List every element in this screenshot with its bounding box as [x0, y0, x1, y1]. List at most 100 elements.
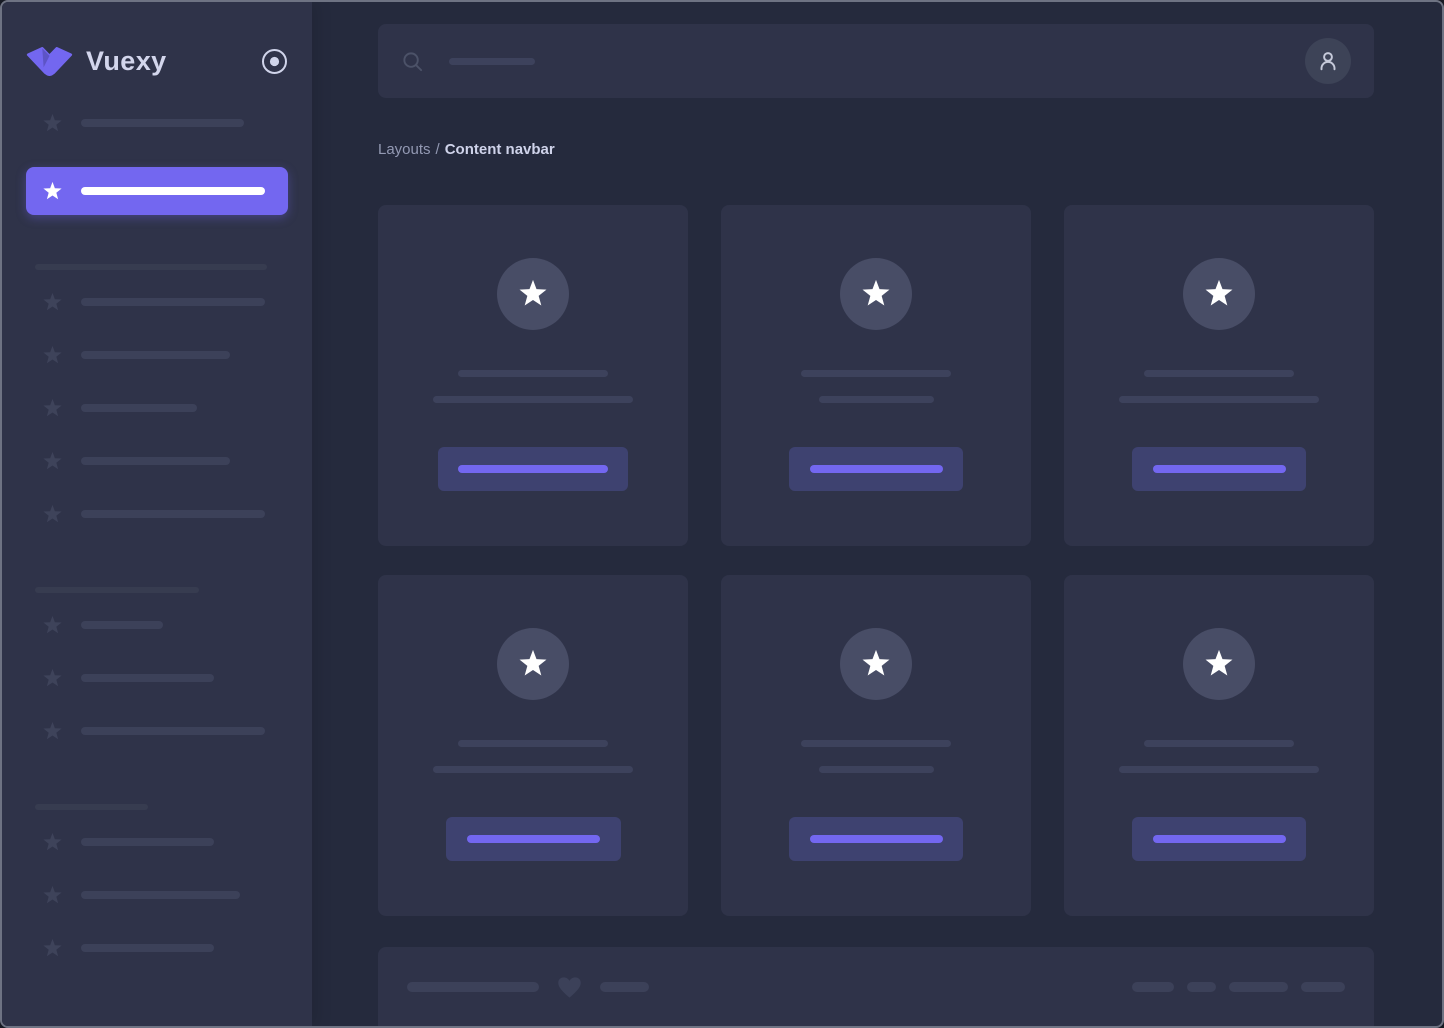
- app-window: Vuexy: [0, 0, 1444, 1028]
- sidebar-nav: [26, 109, 288, 987]
- card-subtitle-bar: [433, 766, 633, 773]
- footer-text-bar: [407, 982, 539, 992]
- star-icon: [41, 450, 64, 473]
- breadcrumb-parent[interactable]: Layouts: [378, 141, 431, 158]
- user-avatar[interactable]: [1305, 38, 1351, 84]
- card-button-label-bar: [1153, 465, 1286, 473]
- search-input[interactable]: [401, 50, 1305, 73]
- star-icon: [516, 647, 550, 681]
- card-title-bar: [801, 370, 951, 377]
- sidebar-item[interactable]: [26, 394, 288, 422]
- footer-heart-wrap: [556, 974, 583, 1001]
- card-subtitle-bar: [1119, 766, 1319, 773]
- card-action-button[interactable]: [789, 447, 963, 491]
- footer-left: [407, 974, 649, 1001]
- star-icon: [41, 180, 64, 203]
- star-icon: [41, 291, 64, 314]
- sidebar-item-active[interactable]: [26, 167, 288, 215]
- star-icon: [859, 647, 893, 681]
- card-subtitle-bar: [1119, 396, 1319, 403]
- footer-right: [1132, 982, 1345, 992]
- card-star-circle: [840, 258, 912, 330]
- card-action-button[interactable]: [446, 817, 621, 861]
- main-content: Layouts / Content navbar: [312, 2, 1442, 1026]
- sidebar-item-label-bar: [81, 298, 265, 306]
- breadcrumb-current: Content navbar: [445, 141, 555, 158]
- sidebar-item-label-bar: [81, 457, 230, 465]
- breadcrumb-separator: /: [436, 141, 440, 158]
- placeholder-card: [378, 575, 688, 916]
- card-button-label-bar: [467, 835, 600, 843]
- cards-grid: [378, 205, 1374, 916]
- menu-toggle-circle-dot-icon[interactable]: [261, 48, 288, 75]
- card-action-button[interactable]: [789, 817, 963, 861]
- placeholder-card: [1064, 575, 1374, 916]
- star-icon: [41, 667, 64, 690]
- card-title-bar: [458, 370, 608, 377]
- card-star-circle: [1183, 628, 1255, 700]
- placeholder-card: [378, 205, 688, 546]
- footer-text-bar: [1301, 982, 1345, 992]
- sidebar-item-label-bar: [81, 510, 265, 518]
- footer-text-bar: [1132, 982, 1174, 992]
- card-title-bar: [458, 740, 608, 747]
- sidebar-item[interactable]: [26, 828, 288, 856]
- footer-text-bar: [600, 982, 649, 992]
- sidebar-item[interactable]: [26, 500, 288, 528]
- sidebar-item[interactable]: [26, 447, 288, 475]
- star-icon: [41, 344, 64, 367]
- brand-title: Vuexy: [86, 46, 167, 77]
- card-button-label-bar: [810, 465, 943, 473]
- footer-text-bar: [1187, 982, 1216, 992]
- card-action-button[interactable]: [438, 447, 628, 491]
- breadcrumb: Layouts / Content navbar: [378, 140, 1374, 160]
- person-icon: [1315, 48, 1341, 74]
- sidebar-item[interactable]: [26, 109, 288, 137]
- card-action-button[interactable]: [1132, 817, 1306, 861]
- sidebar-item-label-bar: [81, 119, 244, 127]
- sidebar-item[interactable]: [26, 664, 288, 692]
- sidebar-section-divider: [35, 587, 199, 593]
- sidebar-section-divider: [35, 264, 267, 270]
- star-icon: [859, 277, 893, 311]
- sidebar-item-label-bar: [81, 621, 163, 629]
- sidebar-item-label-bar: [81, 727, 265, 735]
- footer-text-bar: [1229, 982, 1288, 992]
- sidebar: Vuexy: [2, 2, 312, 1026]
- sidebar-item[interactable]: [26, 341, 288, 369]
- star-icon: [41, 937, 64, 960]
- card-subtitle-bar: [433, 396, 633, 403]
- star-icon: [516, 277, 550, 311]
- star-icon: [41, 831, 64, 854]
- star-icon: [41, 614, 64, 637]
- sidebar-item[interactable]: [26, 611, 288, 639]
- brand[interactable]: Vuexy: [26, 46, 288, 76]
- heart-icon: [556, 974, 583, 1001]
- sidebar-item[interactable]: [26, 934, 288, 962]
- placeholder-card: [721, 575, 1031, 916]
- card-title-bar: [1144, 370, 1294, 377]
- card-star-circle: [497, 628, 569, 700]
- card-subtitle-bar: [819, 396, 934, 403]
- star-icon: [1202, 277, 1236, 311]
- card-star-circle: [1183, 258, 1255, 330]
- star-icon: [41, 720, 64, 743]
- sidebar-item-label-bar: [81, 351, 230, 359]
- sidebar-item-label-bar: [81, 891, 240, 899]
- sidebar-item-label-bar: [81, 838, 214, 846]
- star-icon: [1202, 647, 1236, 681]
- search-placeholder-bar: [449, 58, 535, 65]
- card-button-label-bar: [1153, 835, 1286, 843]
- sidebar-item[interactable]: [26, 881, 288, 909]
- card-title-bar: [1144, 740, 1294, 747]
- placeholder-card: [1064, 205, 1374, 546]
- search-icon: [401, 50, 424, 73]
- sidebar-item[interactable]: [26, 717, 288, 745]
- sidebar-section-divider: [35, 804, 148, 810]
- star-icon: [41, 503, 64, 526]
- card-star-circle: [497, 258, 569, 330]
- sidebar-item[interactable]: [26, 288, 288, 316]
- sidebar-item-label-bar: [81, 944, 214, 952]
- sidebar-item-label-bar: [81, 404, 197, 412]
- card-action-button[interactable]: [1132, 447, 1306, 491]
